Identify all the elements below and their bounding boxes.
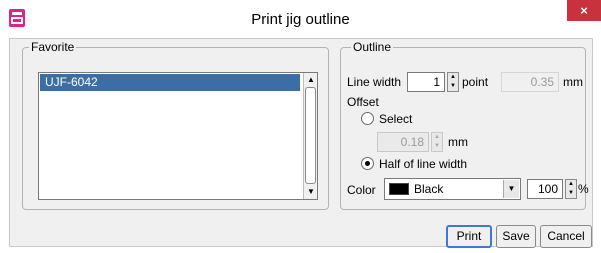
favorite-group-label: Favorite [29,40,77,54]
close-icon: × [580,3,588,18]
spin-down-icon[interactable]: ▼ [566,189,576,198]
color-swatch [389,183,409,195]
outline-group: Outline Line width 1 ▲ ▼ point 0.35 mm O… [340,40,589,210]
list-item[interactable]: UJF-6042 [40,74,300,91]
print-jig-outline-dialog: Print jig outline × Favorite UJF-6042 ▲ … [0,0,601,253]
line-width-input[interactable]: 1 [407,72,445,92]
color-dropdown-value: Black [414,182,444,196]
title-bar: Print jig outline × [0,0,601,38]
favorite-list-scrollbar[interactable]: ▲ ▼ [303,73,317,199]
close-button[interactable]: × [567,0,601,21]
color-dropdown[interactable]: Black ▼ [384,178,521,200]
chevron-down-icon[interactable]: ▼ [503,180,519,198]
spin-up-icon[interactable]: ▲ [432,133,442,142]
save-button[interactable]: Save [496,225,536,248]
spin-down-icon[interactable]: ▼ [448,82,458,91]
line-width-unit: point [462,75,489,89]
cancel-button[interactable]: Cancel [540,225,592,248]
spin-down-icon[interactable]: ▼ [432,142,442,151]
print-button[interactable]: Print [446,225,492,248]
offset-select-unit: mm [448,135,468,149]
outline-group-label: Outline [351,40,394,54]
window-title: Print jig outline [251,11,350,28]
scroll-up-arrow-icon[interactable]: ▲ [305,74,317,86]
color-percent-unit: % [578,182,589,196]
dialog-content: Favorite UJF-6042 ▲ ▼ Outline Line width… [9,38,593,248]
radio-selected-dot [365,161,370,166]
offset-select-input[interactable]: 0.18 [377,132,429,152]
spin-up-icon[interactable]: ▲ [448,73,458,82]
line-width-label: Line width [347,75,402,89]
line-width-mm-unit: mm [563,75,583,89]
line-width-mm-field: 0.35 [501,72,559,92]
spin-up-icon[interactable]: ▲ [566,180,576,189]
line-width-spinner[interactable]: ▲ ▼ [447,72,459,92]
color-percent-input[interactable]: 100 [527,179,563,199]
offset-half-label[interactable]: Half of line width [379,157,467,171]
offset-select-radio[interactable] [361,112,374,125]
offset-label: Offset [347,95,379,109]
scroll-thumb[interactable] [305,87,316,184]
favorite-list[interactable]: UJF-6042 ▲ ▼ [38,72,318,200]
offset-half-radio[interactable] [361,157,374,170]
scroll-down-arrow-icon[interactable]: ▼ [305,186,317,198]
color-percent-spinner[interactable]: ▲ ▼ [565,179,577,199]
color-label: Color [347,183,376,197]
offset-select-label[interactable]: Select [379,112,412,126]
offset-select-spinner[interactable]: ▲ ▼ [431,132,443,152]
favorite-group: Favorite UJF-6042 ▲ ▼ [22,40,329,210]
